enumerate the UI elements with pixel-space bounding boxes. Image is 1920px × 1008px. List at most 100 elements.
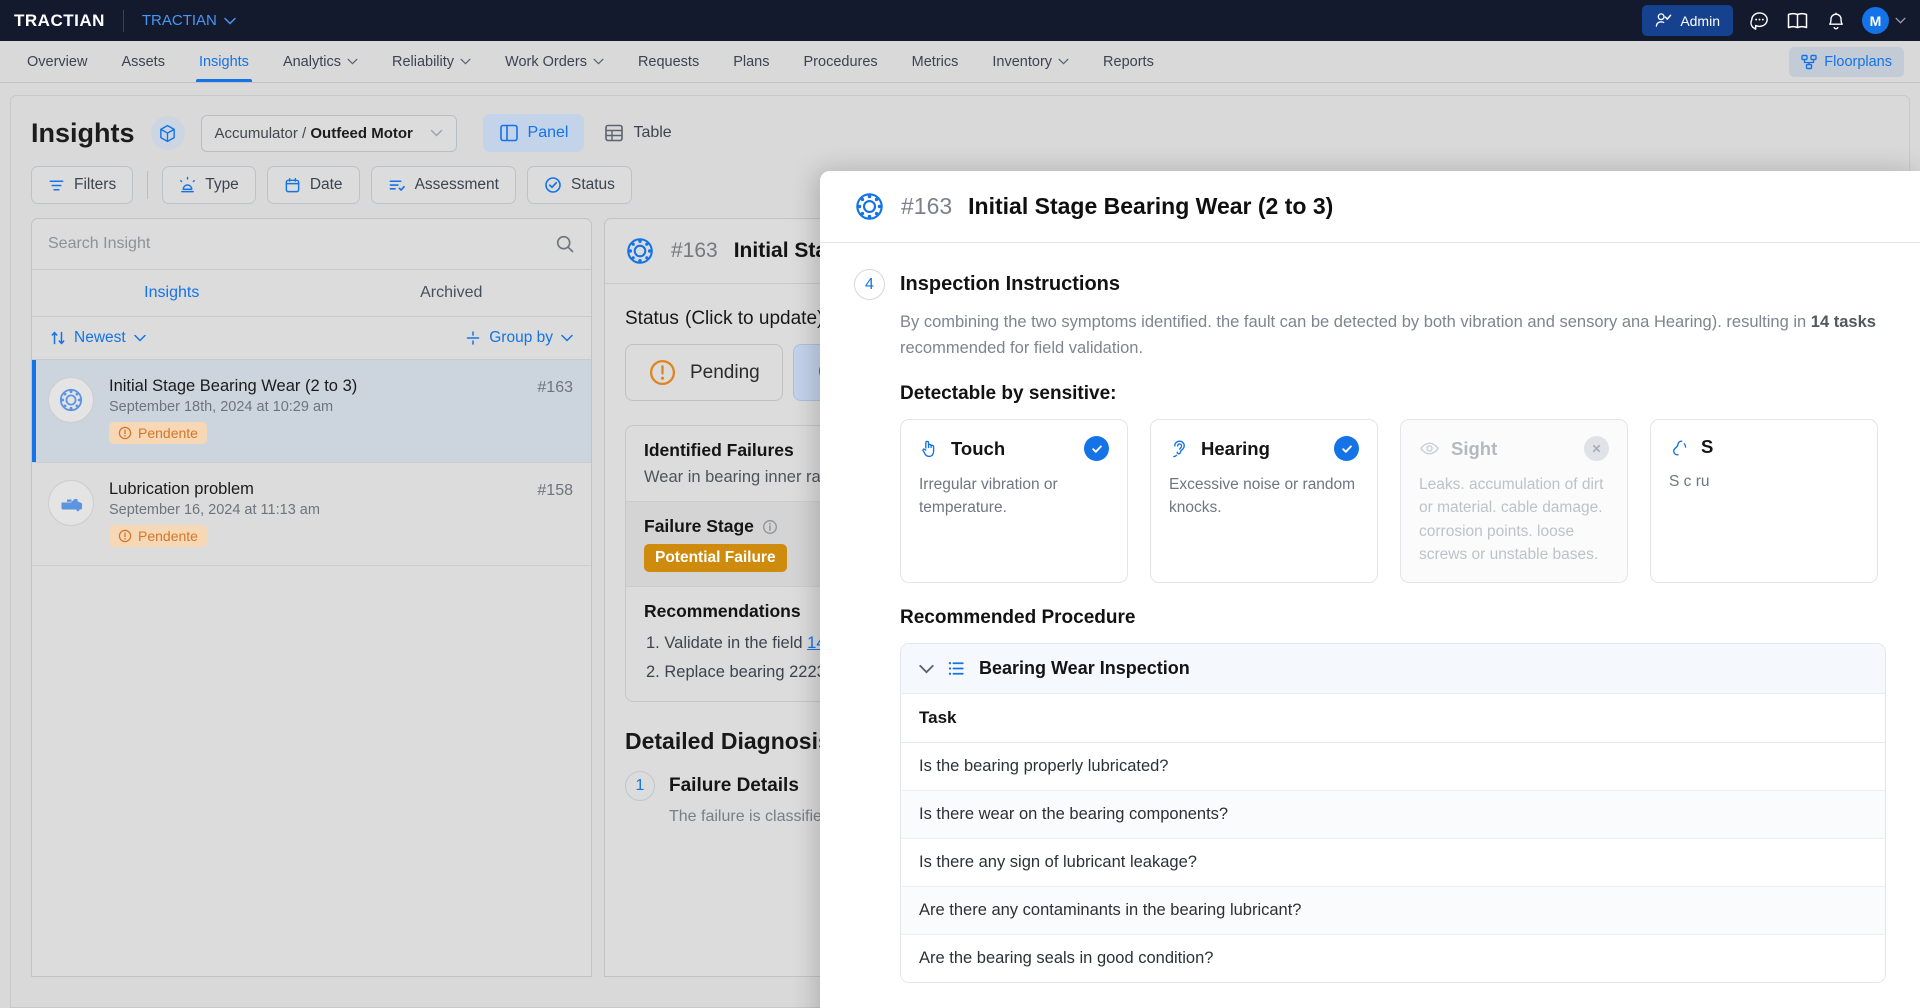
recommendation-number: 2.	[646, 662, 660, 681]
view-panel-button[interactable]: Panel	[482, 114, 585, 152]
nav-label: Metrics	[911, 53, 959, 70]
view-panel-label: Panel	[527, 124, 569, 141]
insight-list-item-158[interactable]: Lubrication problem September 16, 2024 a…	[32, 463, 591, 566]
group-by-control[interactable]: Group by	[465, 329, 573, 347]
nav-item-procedures[interactable]: Procedures	[787, 41, 895, 82]
book-icon[interactable]	[1786, 9, 1810, 33]
status-badge-label: Pendente	[138, 425, 198, 441]
nav-label: Reports	[1103, 53, 1154, 70]
chevron-down-icon	[347, 58, 358, 65]
tab-archived[interactable]: Archived	[312, 270, 592, 316]
bearing-icon	[48, 377, 94, 423]
cube-icon	[158, 124, 177, 143]
nav-label: Reliability	[391, 53, 455, 70]
group-by-label: Group by	[489, 329, 553, 346]
bell-icon[interactable]	[1825, 10, 1847, 32]
calendar-icon	[284, 177, 301, 194]
org-selector[interactable]: TRACTIAN	[142, 12, 236, 29]
type-filter-button[interactable]: Type	[162, 166, 256, 204]
assessment-filter-button[interactable]: Assessment	[370, 166, 516, 204]
nav-item-assets[interactable]: Assets	[104, 41, 182, 82]
inspection-paragraph-line2-post: recommended for field validation.	[900, 338, 1144, 357]
recommendation-text: Replace bearing 2223	[664, 662, 826, 681]
nav-item-insights[interactable]: Insights	[182, 41, 266, 82]
procedure-header[interactable]: Bearing Wear Inspection	[901, 644, 1885, 695]
sense-card-hearing[interactable]: Hearing Excessive noise or random knocks…	[1150, 419, 1378, 584]
info-icon[interactable]	[762, 519, 778, 535]
insight-title: Lubrication problem	[109, 480, 254, 498]
bearing-icon	[854, 191, 885, 222]
status-filter-button[interactable]: Status	[526, 166, 632, 204]
status-badge: Pendente	[109, 422, 207, 444]
date-filter-button[interactable]: Date	[266, 166, 360, 204]
admin-label: Admin	[1680, 12, 1720, 29]
search-icon[interactable]	[555, 234, 575, 254]
ear-icon	[1169, 438, 1190, 459]
chevron-down-icon	[430, 129, 443, 137]
panel-layout-icon	[499, 123, 519, 143]
asset-icon-badge[interactable]	[150, 116, 185, 150]
sense-description: Leaks. accumulation of dirt or material.…	[1419, 476, 1604, 563]
oil-can-icon	[48, 480, 94, 526]
search-input[interactable]	[48, 235, 555, 253]
sense-description: S c ru	[1669, 473, 1710, 491]
admin-button[interactable]: Admin	[1642, 5, 1733, 36]
floorplans-button[interactable]: Floorplans	[1789, 46, 1904, 77]
insight-id: #158	[537, 482, 573, 499]
task-table-body: Is the bearing properly lubricated? Is t…	[901, 742, 1885, 983]
insight-id: #163	[537, 379, 573, 396]
chevron-down-icon	[133, 334, 146, 342]
table-row[interactable]: Is there any sign of lubricant leakage?	[901, 838, 1885, 888]
asset-selector[interactable]: Accumulator / Outfeed Motor	[200, 114, 457, 152]
list-sort-row: Newest Group by	[32, 317, 591, 360]
user-menu[interactable]: M	[1862, 7, 1906, 34]
view-table-button[interactable]: Table	[588, 114, 687, 152]
filters-button[interactable]: Filters	[31, 166, 134, 204]
recommendation-number: 1.	[646, 634, 660, 652]
sense-card-hearing-header: Hearing	[1169, 436, 1359, 462]
sense-card-smell[interactable]: S S c ru	[1650, 419, 1878, 584]
status-filter-label: Status	[570, 176, 615, 193]
filters-divider	[147, 171, 149, 199]
chat-icon[interactable]	[1748, 9, 1771, 32]
nav-item-reports[interactable]: Reports	[1086, 41, 1171, 82]
table-row[interactable]: Is there wear on the bearing components?	[901, 790, 1885, 840]
recommendation-text: Validate in the field	[664, 634, 808, 652]
status-hint-text: (Click to update)	[685, 308, 824, 329]
view-table-label: Table	[633, 124, 672, 141]
inspection-paragraph-line1: By combining the two symptoms identified…	[900, 313, 1650, 331]
insight-item-body: Lubrication problem September 16, 2024 a…	[109, 480, 522, 548]
sense-card-touch[interactable]: Touch Irregular vibration or temperature…	[900, 419, 1128, 584]
nav-item-overview[interactable]: Overview	[10, 41, 104, 82]
user-check-icon	[1655, 12, 1672, 29]
chevron-down-icon	[460, 58, 471, 65]
nav-item-plans[interactable]: Plans	[716, 41, 786, 82]
sort-icon	[50, 330, 66, 346]
asset-selector-label: Accumulator / Outfeed Motor	[215, 125, 413, 142]
top-bar: TRACTIAN TRACTIAN Admin M	[0, 0, 1920, 41]
nav-item-work-orders[interactable]: Work Orders	[488, 41, 621, 82]
sort-label: Newest	[74, 329, 126, 346]
insight-list-item-163[interactable]: Initial Stage Bearing Wear (2 to 3) Sept…	[32, 360, 591, 463]
recommended-procedure-label: Recommended Procedure	[900, 607, 1136, 629]
tab-insights[interactable]: Insights	[32, 270, 312, 316]
sort-control[interactable]: Newest	[50, 329, 146, 347]
nav-item-requests[interactable]: Requests	[621, 41, 716, 82]
sense-card-sight[interactable]: Sight Leaks. accumulation of dirt or mat…	[1400, 419, 1628, 584]
nav-item-analytics[interactable]: Analytics	[266, 41, 375, 82]
sense-name: Sight	[1451, 437, 1498, 459]
nav-label: Plans	[733, 53, 770, 70]
nav-item-reliability[interactable]: Reliability	[375, 41, 488, 82]
nav-item-inventory[interactable]: Inventory	[975, 41, 1086, 82]
inspection-paragraph: By combining the two symptoms identified…	[900, 310, 1886, 361]
chevron-down-icon[interactable]	[919, 664, 934, 674]
table-row[interactable]: Is the bearing properly lubricated?	[901, 742, 1885, 792]
avatar: M	[1862, 7, 1889, 34]
table-row[interactable]: Are there any contaminants in the bearin…	[901, 886, 1885, 936]
table-row[interactable]: Are the bearing seals in good condition?	[901, 935, 1885, 983]
nav-item-metrics[interactable]: Metrics	[895, 41, 976, 82]
inspection-task-count: 14 tasks	[1810, 313, 1876, 331]
status-pending-button[interactable]: Pending	[625, 344, 783, 401]
eye-icon	[1419, 438, 1440, 459]
alert-circle-icon	[118, 529, 132, 543]
